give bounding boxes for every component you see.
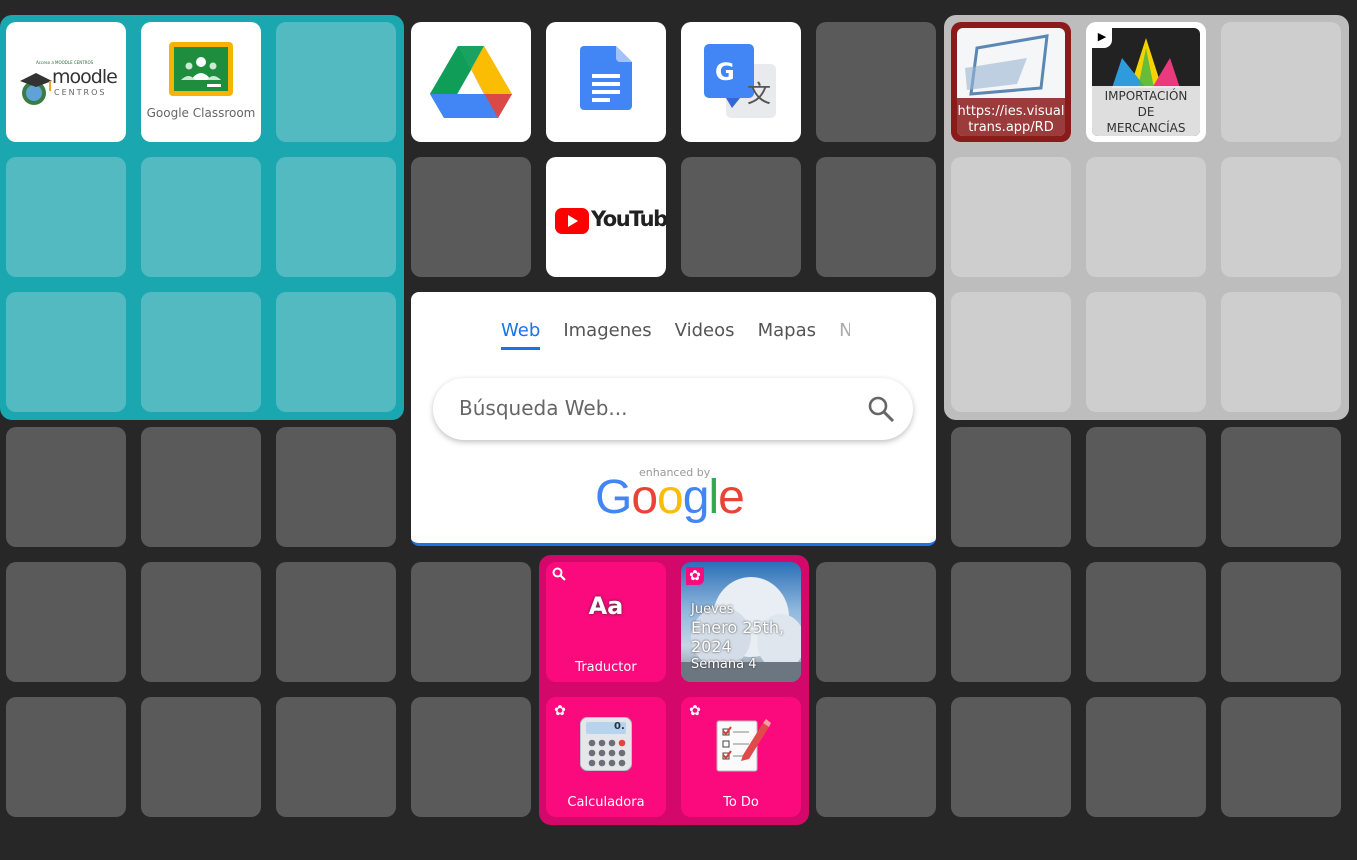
youtube-play-icon xyxy=(555,208,589,234)
gear-icon[interactable]: ✿ xyxy=(686,567,704,585)
traductor-widget[interactable]: Aa Traductor xyxy=(546,562,666,682)
empty-slot[interactable] xyxy=(276,562,396,682)
empty-slot[interactable] xyxy=(681,157,801,277)
todo-label: To Do xyxy=(723,795,759,810)
search-tabs: Web Imagenes Videos Mapas No xyxy=(501,320,850,350)
moodle-small-text: Acceso a MOODLE CENTROS xyxy=(36,60,94,65)
calculator-display: 0. xyxy=(614,721,625,732)
date-weekday: Jueves xyxy=(691,602,734,617)
empty-slot[interactable] xyxy=(276,427,396,547)
play-icon: ▶ xyxy=(1092,28,1112,48)
importacion-line1: IMPORTACIÓN xyxy=(1104,89,1188,103)
empty-slot[interactable] xyxy=(816,562,936,682)
google-drive-tile[interactable] xyxy=(411,22,531,142)
empty-slot[interactable] xyxy=(141,697,261,817)
importacion-tile[interactable]: ▶ IMPORTACIÓN DE MERCANCÍAS xyxy=(1086,22,1206,142)
empty-slot[interactable] xyxy=(411,697,531,817)
empty-slot[interactable] xyxy=(951,562,1071,682)
empty-slot[interactable] xyxy=(276,22,396,142)
moodle-tile[interactable]: Acceso a MOODLE CENTROS moodle CENTROS xyxy=(6,22,126,142)
moodle-logo-icon xyxy=(20,73,52,105)
empty-slot[interactable] xyxy=(411,157,531,277)
empty-slot[interactable] xyxy=(141,292,261,412)
search-small-icon[interactable] xyxy=(552,566,568,582)
empty-slot[interactable] xyxy=(1221,157,1341,277)
visualtrans-logo-icon xyxy=(965,34,1049,96)
todo-widget[interactable]: ✿ To Do xyxy=(681,697,801,817)
empty-slot[interactable] xyxy=(1086,697,1206,817)
google-classroom-tile[interactable]: Google Classroom xyxy=(141,22,261,142)
google-docs-tile[interactable] xyxy=(546,22,666,142)
calculadora-widget[interactable]: ✿ 0. Calculadora xyxy=(546,697,666,817)
translate-letter: G xyxy=(715,58,735,86)
empty-slot[interactable] xyxy=(951,157,1071,277)
visualtrans-line1: https://ies.visual xyxy=(957,104,1065,119)
empty-slot[interactable] xyxy=(141,157,261,277)
google-translate-tile[interactable]: G 文 xyxy=(681,22,801,142)
calculadora-label: Calculadora xyxy=(567,795,645,810)
google-drive-icon xyxy=(430,46,512,118)
date-widget[interactable]: ✿ Jueves Enero 25th, 2024 Semana 4 xyxy=(681,562,801,682)
tab-imagenes[interactable]: Imagenes xyxy=(563,320,651,347)
empty-slot[interactable] xyxy=(276,157,396,277)
empty-slot[interactable] xyxy=(1221,562,1341,682)
empty-slot[interactable] xyxy=(6,292,126,412)
date-line2: 2024 xyxy=(691,637,732,656)
google-docs-icon xyxy=(580,46,632,110)
tab-mapas[interactable]: Mapas xyxy=(758,320,816,347)
empty-slot[interactable] xyxy=(816,22,936,142)
classroom-label: Google Classroom xyxy=(146,106,256,120)
tab-web[interactable]: Web xyxy=(501,320,541,350)
empty-slot[interactable] xyxy=(1221,427,1341,547)
empty-slot[interactable] xyxy=(951,292,1071,412)
empty-slot[interactable] xyxy=(6,697,126,817)
tab-videos[interactable]: Videos xyxy=(675,320,735,347)
search-box xyxy=(433,378,913,440)
importacion-line3: MERCANCÍAS xyxy=(1106,121,1186,135)
translator-aa-icon: Aa xyxy=(588,592,624,620)
empty-slot[interactable] xyxy=(276,697,396,817)
empty-slot[interactable] xyxy=(1086,292,1206,412)
empty-slot[interactable] xyxy=(1086,427,1206,547)
date-line1: Enero 25th, xyxy=(691,618,785,637)
google-logo: Google xyxy=(595,471,745,524)
empty-slot[interactable] xyxy=(1221,292,1341,412)
empty-slot[interactable] xyxy=(6,562,126,682)
date-week: Semana 4 xyxy=(691,657,757,672)
empty-slot[interactable] xyxy=(1086,157,1206,277)
search-widget: Web Imagenes Videos Mapas No enhanced by… xyxy=(411,292,936,546)
classroom-icon xyxy=(169,42,233,96)
empty-slot[interactable] xyxy=(951,427,1071,547)
empty-slot[interactable] xyxy=(411,562,531,682)
gear-icon[interactable]: ✿ xyxy=(551,702,569,720)
empty-slot[interactable] xyxy=(1086,562,1206,682)
traductor-label: Traductor xyxy=(575,660,637,675)
search-input[interactable] xyxy=(457,395,841,421)
empty-slot[interactable] xyxy=(6,427,126,547)
empty-slot[interactable] xyxy=(816,697,936,817)
importacion-line2: DE xyxy=(1137,105,1155,119)
empty-slot[interactable] xyxy=(141,562,261,682)
empty-slot[interactable] xyxy=(1221,22,1341,142)
moodle-name: moodle xyxy=(52,66,118,88)
visualtrans-tile[interactable]: https://ies.visual trans.app/RD xyxy=(951,22,1071,142)
tab-noticias[interactable]: No xyxy=(839,320,850,347)
youtube-label: YouTube xyxy=(591,207,666,231)
empty-slot[interactable] xyxy=(141,427,261,547)
visualtrans-line2: trans.app/RD xyxy=(968,120,1054,135)
search-icon[interactable] xyxy=(867,395,895,423)
youtube-tile[interactable]: YouTube xyxy=(546,157,666,277)
gear-icon[interactable]: ✿ xyxy=(686,702,704,720)
moodle-sub: CENTROS xyxy=(54,88,107,97)
translate-glyph: 文 xyxy=(747,80,771,108)
empty-slot[interactable] xyxy=(816,157,936,277)
empty-slot[interactable] xyxy=(1221,697,1341,817)
empty-slot[interactable] xyxy=(6,157,126,277)
todo-checklist-icon xyxy=(716,719,771,772)
empty-slot[interactable] xyxy=(276,292,396,412)
empty-slot[interactable] xyxy=(951,697,1071,817)
